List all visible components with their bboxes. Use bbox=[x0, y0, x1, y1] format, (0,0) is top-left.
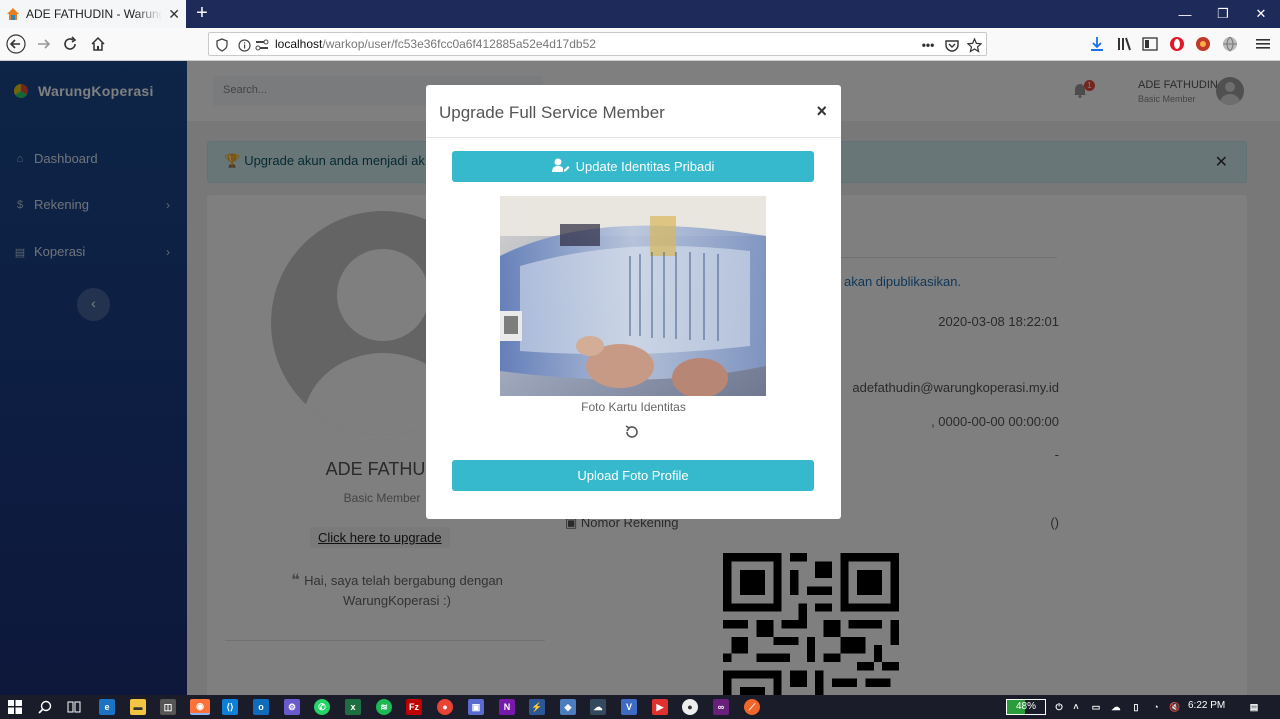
brand-name: WarungKoperasi bbox=[38, 83, 154, 99]
onenote-icon[interactable]: N bbox=[499, 699, 515, 715]
upload-photo-button[interactable]: Upload Foto Profile bbox=[452, 460, 814, 491]
permissions-icon[interactable] bbox=[253, 36, 271, 54]
site-info-icon[interactable] bbox=[235, 36, 253, 54]
modal-title: Upgrade Full Service Member bbox=[439, 103, 665, 122]
browser-tab-bar: ADE FATHUDIN - WarungKoperasi ✕ + — ❐ ✕ bbox=[0, 0, 1280, 28]
spotify-icon[interactable]: ≋ bbox=[376, 699, 392, 715]
remote-desktop-icon[interactable]: ▣ bbox=[468, 699, 484, 715]
battery-indicator[interactable]: 48% bbox=[1006, 699, 1046, 715]
url-host: localhost bbox=[275, 37, 323, 51]
windows-start-icon[interactable] bbox=[7, 699, 23, 715]
restore-icon[interactable]: ❐ bbox=[1204, 0, 1242, 28]
window-close-icon[interactable]: ✕ bbox=[1242, 0, 1280, 28]
rotate-icon[interactable] bbox=[624, 424, 640, 440]
browser-tab[interactable]: ADE FATHUDIN - WarungKoperasi ✕ bbox=[0, 0, 186, 28]
brand[interactable]: WarungKoperasi bbox=[14, 83, 154, 99]
tab-title: ADE FATHUDIN - WarungKoperasi bbox=[26, 7, 163, 21]
page-actions-icon[interactable]: ••• bbox=[919, 36, 937, 54]
battery-percent: 48% bbox=[1015, 701, 1036, 712]
file-explorer-icon[interactable]: ▬ bbox=[130, 699, 146, 715]
book-icon: ▤ bbox=[14, 246, 26, 259]
browser-toolbar: localhost/warkop/user/fc53e36fcc0a6f4128… bbox=[0, 28, 1280, 61]
visio-icon[interactable]: V bbox=[621, 699, 637, 715]
chrome-icon[interactable]: ● bbox=[437, 699, 453, 715]
network-tool-icon[interactable]: ⚙ bbox=[284, 699, 300, 715]
sidebar-item-dashboard[interactable]: ⌂ Dashboard bbox=[14, 151, 174, 166]
user-edit-icon bbox=[551, 158, 570, 175]
update-identity-label: Update Identitas Pribadi bbox=[575, 159, 715, 174]
store-icon[interactable]: ◫ bbox=[160, 699, 176, 715]
outlook-icon[interactable]: o bbox=[253, 699, 269, 715]
globe-extension-icon[interactable] bbox=[1218, 32, 1242, 56]
app-sidebar: WarungKoperasi ⌂ Dashboard $ Rekening › … bbox=[0, 61, 187, 695]
sidebar-collapse-button[interactable]: ‹ bbox=[77, 288, 110, 321]
chevron-up-icon[interactable]: ˄ bbox=[1068, 699, 1084, 715]
opera-extension-icon[interactable] bbox=[1165, 32, 1189, 56]
chevron-right-icon: › bbox=[166, 197, 170, 212]
back-icon[interactable] bbox=[4, 32, 28, 56]
extension-icon[interactable] bbox=[1191, 32, 1215, 56]
whatsapp-icon[interactable]: ✆ bbox=[314, 699, 330, 715]
search-icon[interactable] bbox=[37, 699, 53, 715]
menu-icon[interactable] bbox=[1251, 32, 1275, 56]
sidebar-item-rekening[interactable]: $ Rekening › bbox=[14, 197, 174, 212]
sublime-icon[interactable]: ⟋ bbox=[744, 699, 760, 715]
recorder-icon[interactable]: ▶ bbox=[652, 699, 668, 715]
update-identity-button[interactable]: Update Identitas Pribadi bbox=[452, 151, 814, 182]
edge-icon[interactable]: e bbox=[99, 699, 115, 715]
cloud-app-icon[interactable]: ☁ bbox=[590, 699, 606, 715]
chevron-right-icon: › bbox=[166, 244, 170, 259]
minimize-icon[interactable]: — bbox=[1166, 0, 1204, 28]
sidebar-item-koperasi[interactable]: ▤ Koperasi › bbox=[14, 244, 174, 259]
display-icon[interactable]: ▭ bbox=[1088, 699, 1104, 715]
home-icon[interactable] bbox=[86, 32, 110, 56]
media-app-icon[interactable]: ● bbox=[682, 699, 698, 715]
taskbar: e ▬ ◫ ◉ ⟨⟩ o ⚙ ✆ x ≋ Fz ● ▣ N ⚡ ◆ ☁ V ▶ … bbox=[0, 695, 1280, 719]
firefox-icon[interactable]: ◉ bbox=[190, 699, 210, 715]
reload-icon[interactable] bbox=[58, 32, 82, 56]
url-text: localhost/warkop/user/fc53e36fcc0a6f4128… bbox=[275, 37, 596, 51]
dollar-icon: $ bbox=[16, 198, 24, 211]
library-icon[interactable] bbox=[1113, 32, 1137, 56]
excel-icon[interactable]: x bbox=[345, 699, 361, 715]
bookmark-star-icon[interactable] bbox=[965, 36, 983, 54]
clock[interactable]: 6:22 PM bbox=[1188, 700, 1225, 711]
notification-center-icon[interactable]: ▤ bbox=[1246, 699, 1262, 715]
vscode-icon[interactable]: ⟨⟩ bbox=[222, 699, 238, 715]
site-favicon-icon bbox=[6, 7, 20, 21]
tab-close-icon[interactable]: ✕ bbox=[168, 6, 180, 23]
sidebar-item-label: Dashboard bbox=[34, 151, 98, 166]
cloud-sync-icon[interactable]: ☁ bbox=[1108, 699, 1124, 715]
lightning-app-icon[interactable]: ⚡ bbox=[529, 699, 545, 715]
url-bar[interactable]: localhost/warkop/user/fc53e36fcc0a6f4128… bbox=[208, 32, 987, 56]
sidebar-toggle-icon[interactable] bbox=[1138, 32, 1162, 56]
upgrade-modal: Upgrade Full Service Member × Update Ide… bbox=[426, 85, 841, 519]
url-path: /warkop/user/fc53e36fcc0a6f412885a52e4d1… bbox=[322, 37, 596, 51]
divider bbox=[426, 137, 841, 138]
volume-muted-icon[interactable]: 🔇 bbox=[1167, 699, 1183, 715]
sidebar-item-label: Rekening bbox=[34, 197, 89, 212]
tracking-shield-icon[interactable] bbox=[213, 36, 231, 54]
filezilla-icon[interactable]: Fz bbox=[406, 699, 422, 715]
pocket-icon[interactable] bbox=[943, 36, 961, 54]
home-icon: ⌂ bbox=[16, 152, 24, 165]
wifi-icon[interactable]: ◔ bbox=[1148, 699, 1164, 715]
modal-close-icon[interactable]: × bbox=[816, 101, 827, 122]
id-card-photo bbox=[500, 196, 766, 396]
power-plug-icon[interactable]: ⏻ bbox=[1051, 699, 1067, 715]
visual-studio-icon[interactable]: ∞ bbox=[713, 699, 729, 715]
brand-logo-icon bbox=[14, 84, 28, 98]
battery-tray-icon[interactable]: ▯ bbox=[1128, 699, 1144, 715]
new-tab-icon[interactable]: + bbox=[192, 3, 212, 23]
downloads-icon[interactable] bbox=[1085, 32, 1109, 56]
shield-app-icon[interactable]: ◆ bbox=[560, 699, 576, 715]
sidebar-item-label: Koperasi bbox=[34, 244, 86, 259]
task-view-icon[interactable] bbox=[66, 699, 82, 715]
forward-icon[interactable] bbox=[32, 32, 56, 56]
photo-caption: Foto Kartu Identitas bbox=[581, 400, 686, 414]
